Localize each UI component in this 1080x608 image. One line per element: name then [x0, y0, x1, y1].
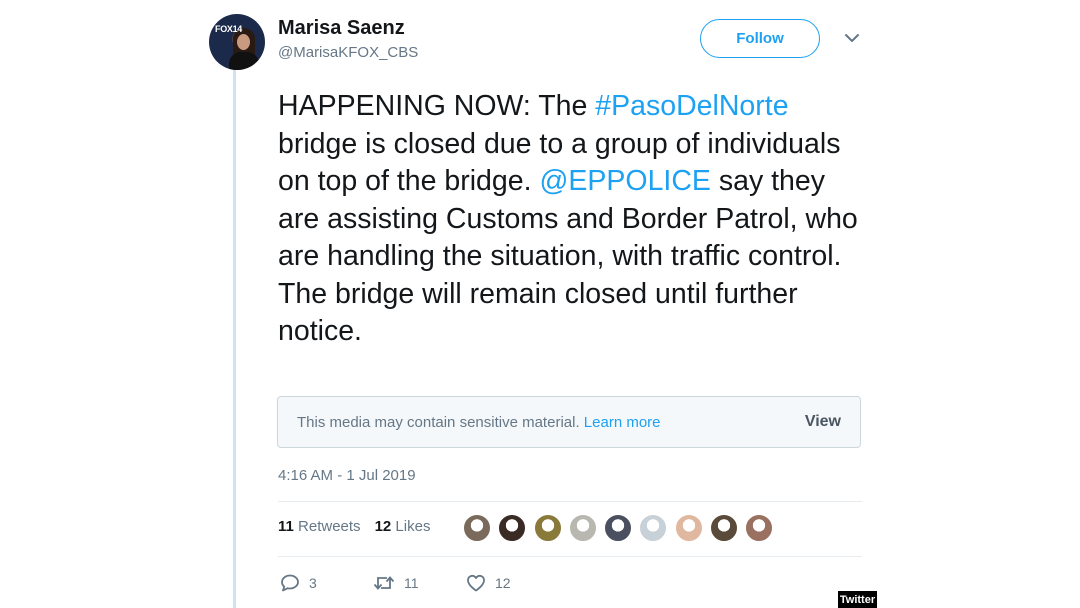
heart-icon: [467, 574, 485, 592]
retweets-stat[interactable]: 11 Retweets: [278, 518, 361, 535]
avatar[interactable]: FOX14: [209, 14, 265, 70]
likes-stat[interactable]: 12 Likes: [375, 518, 431, 535]
like-count: 12: [495, 575, 511, 591]
liker-avatar[interactable]: [498, 514, 527, 542]
liker-avatar[interactable]: [674, 514, 703, 542]
likes-label: Likes: [395, 518, 431, 535]
learn-more-link[interactable]: Learn more: [584, 414, 661, 431]
liker-avatar[interactable]: [639, 514, 668, 542]
retweet-count: 11: [404, 575, 419, 591]
hashtag-link[interactable]: #PasoDelNorte: [595, 90, 788, 122]
sensitive-message-text: This media may contain sensitive materia…: [297, 414, 580, 431]
tweet-timestamp[interactable]: 4:16 AM - 1 Jul 2019: [278, 467, 416, 484]
retweets-label: Retweets: [298, 518, 361, 535]
like-button[interactable]: 12: [466, 574, 511, 592]
divider: [278, 556, 862, 557]
thread-line: [233, 70, 236, 608]
follow-button[interactable]: Follow: [700, 19, 820, 58]
retweet-button[interactable]: 11: [373, 574, 419, 592]
liker-avatar[interactable]: [533, 514, 562, 542]
tweet-text-part: HAPPENING NOW: The: [278, 90, 596, 122]
liker-avatars: [463, 514, 781, 542]
user-handle[interactable]: @MarisaKFOX_CBS: [278, 44, 418, 61]
liker-avatar[interactable]: [604, 514, 633, 542]
avatar-body: [229, 52, 259, 70]
avatar-face: [237, 34, 250, 50]
view-button[interactable]: View: [805, 413, 841, 431]
retweets-count: 11: [278, 518, 294, 535]
liker-avatar[interactable]: [463, 514, 491, 542]
liker-avatar[interactable]: [745, 514, 774, 542]
tweet-text: HAPPENING NOW: The #PasoDelNorte bridge …: [278, 88, 868, 351]
retweet-icon: [373, 576, 395, 590]
chevron-down-icon[interactable]: [844, 32, 860, 44]
twitter-watermark: Twitter: [838, 591, 877, 608]
reply-count: 3: [309, 575, 317, 591]
likes-count: 12: [374, 518, 392, 535]
liker-avatar[interactable]: [710, 514, 739, 542]
sensitive-media-warning: This media may contain sensitive materia…: [277, 396, 861, 448]
mention-link[interactable]: @EPPOLICE: [539, 165, 711, 197]
divider: [278, 501, 862, 502]
user-name[interactable]: Marisa Saenz: [278, 17, 405, 40]
reply-button[interactable]: 3: [280, 574, 317, 592]
tweet-stats: 11 Retweets 12 Likes: [278, 518, 430, 535]
avatar-logo: FOX14: [215, 24, 243, 34]
sensitive-message: This media may contain sensitive materia…: [297, 414, 661, 431]
liker-avatar[interactable]: [568, 514, 597, 542]
reply-icon: [281, 574, 299, 592]
